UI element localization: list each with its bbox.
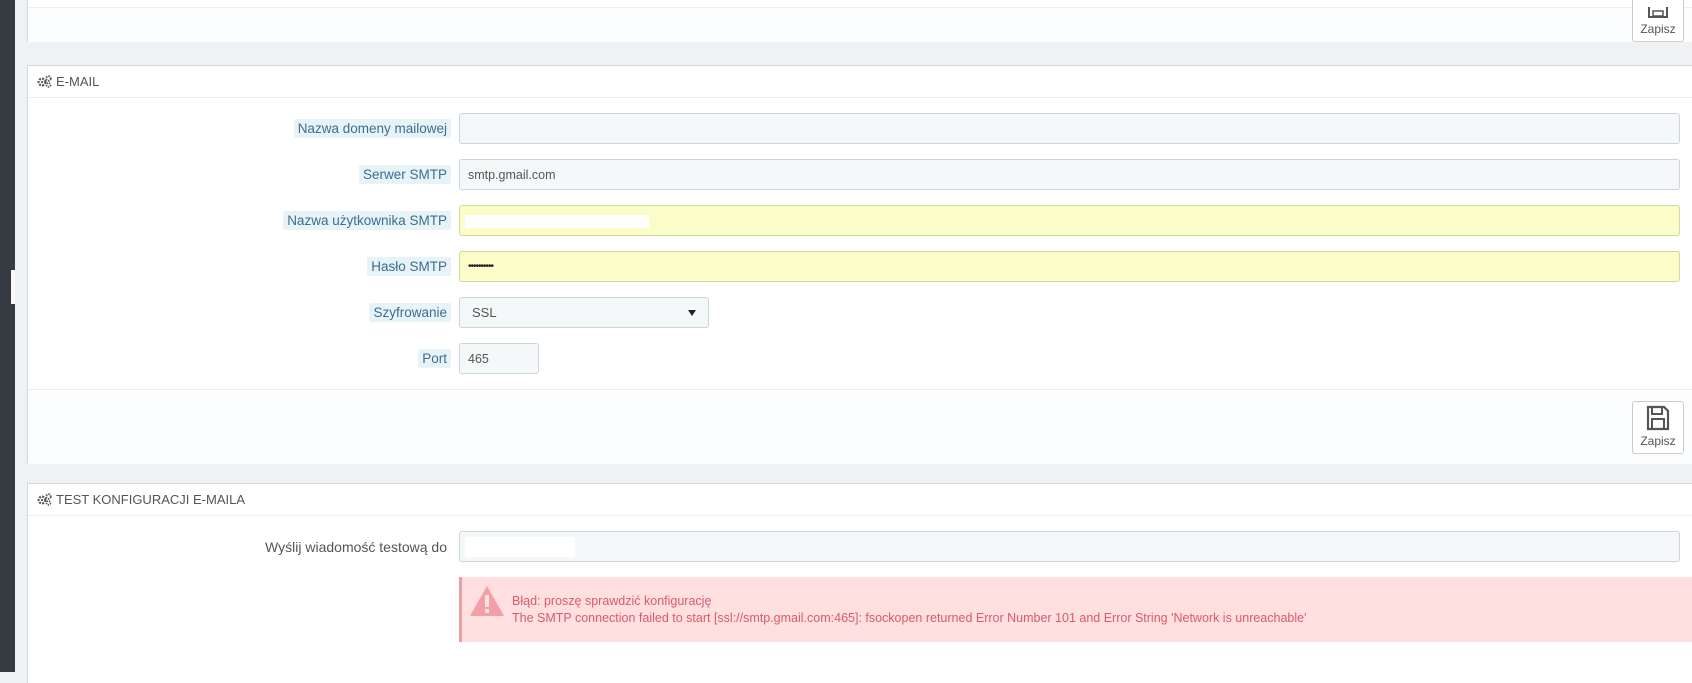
cogs-icon	[37, 493, 52, 506]
email-panel-title: E-MAIL	[56, 74, 100, 89]
email-panel-footer: Zapisz	[28, 389, 1692, 464]
smtp-server-input[interactable]: smtp.gmail.com	[459, 159, 1680, 190]
smtp-password-input[interactable]: ••••••••••	[459, 251, 1680, 282]
form-row-send-to: Wyślij wiadomość testową do	[28, 531, 1692, 563]
port-input[interactable]: 465	[459, 343, 539, 374]
previous-panel-footer: Zapisz	[28, 0, 1692, 42]
domain-label: Nazwa domeny mailowej	[293, 119, 451, 138]
sidebar-edge-marker	[11, 270, 15, 304]
encryption-label: Szyfrowanie	[369, 303, 451, 322]
previous-panel: Zapisz	[27, 0, 1692, 42]
cogs-icon	[37, 75, 52, 88]
caret-down-icon	[688, 309, 696, 316]
test-panel-heading: TEST KONFIGURACJI E-MAILA	[28, 484, 1692, 516]
domain-input[interactable]	[459, 113, 1680, 144]
save-button-label: Zapisz	[1640, 22, 1676, 36]
form-row-port: Port 465	[28, 343, 1692, 375]
encryption-selected-value: SSL	[472, 305, 497, 320]
email-panel-heading: E-MAIL	[28, 66, 1692, 98]
test-panel-title: TEST KONFIGURACJI E-MAILA	[56, 492, 246, 507]
smtp-user-input[interactable]	[459, 205, 1680, 236]
redacted-value	[465, 215, 649, 228]
alert-message: The SMTP connection failed to start [ssl…	[512, 611, 1307, 625]
encryption-select[interactable]: SSL	[459, 297, 709, 328]
redacted-value	[465, 537, 575, 557]
save-button[interactable]: Zapisz	[1632, 401, 1684, 454]
floppy-disk-icon	[1646, 405, 1670, 431]
form-row-smtp-user: Nazwa użytkownika SMTP	[28, 205, 1692, 237]
form-row-domain: Nazwa domeny mailowej	[28, 113, 1692, 145]
save-button-label: Zapisz	[1640, 434, 1676, 448]
send-to-input[interactable]	[459, 531, 1680, 562]
send-to-label: Wyślij wiadomość testową do	[265, 539, 447, 555]
form-row-smtp-server: Serwer SMTP smtp.gmail.com	[28, 159, 1692, 191]
warning-triangle-icon	[470, 586, 504, 616]
smtp-password-label: Hasło SMTP	[367, 257, 451, 276]
alert-title: Błąd: proszę sprawdzić konfigurację	[512, 594, 712, 608]
smtp-server-label: Serwer SMTP	[358, 165, 451, 184]
error-alert: Błąd: proszę sprawdzić konfigurację The …	[459, 577, 1692, 642]
floppy-disk-icon	[1648, 7, 1668, 18]
smtp-user-label: Nazwa użytkownika SMTP	[283, 211, 451, 230]
form-row-encryption: Szyfrowanie SSL	[28, 297, 1692, 329]
left-sidebar	[0, 0, 15, 672]
save-button-top[interactable]: Zapisz	[1632, 0, 1684, 42]
port-label: Port	[418, 349, 451, 368]
form-row-smtp-password: Hasło SMTP ••••••••••	[28, 251, 1692, 283]
test-email-panel: TEST KONFIGURACJI E-MAILA Wyślij wiadomo…	[27, 483, 1692, 683]
email-panel: E-MAIL Nazwa domeny mailowej Serwer SMTP…	[27, 65, 1692, 464]
